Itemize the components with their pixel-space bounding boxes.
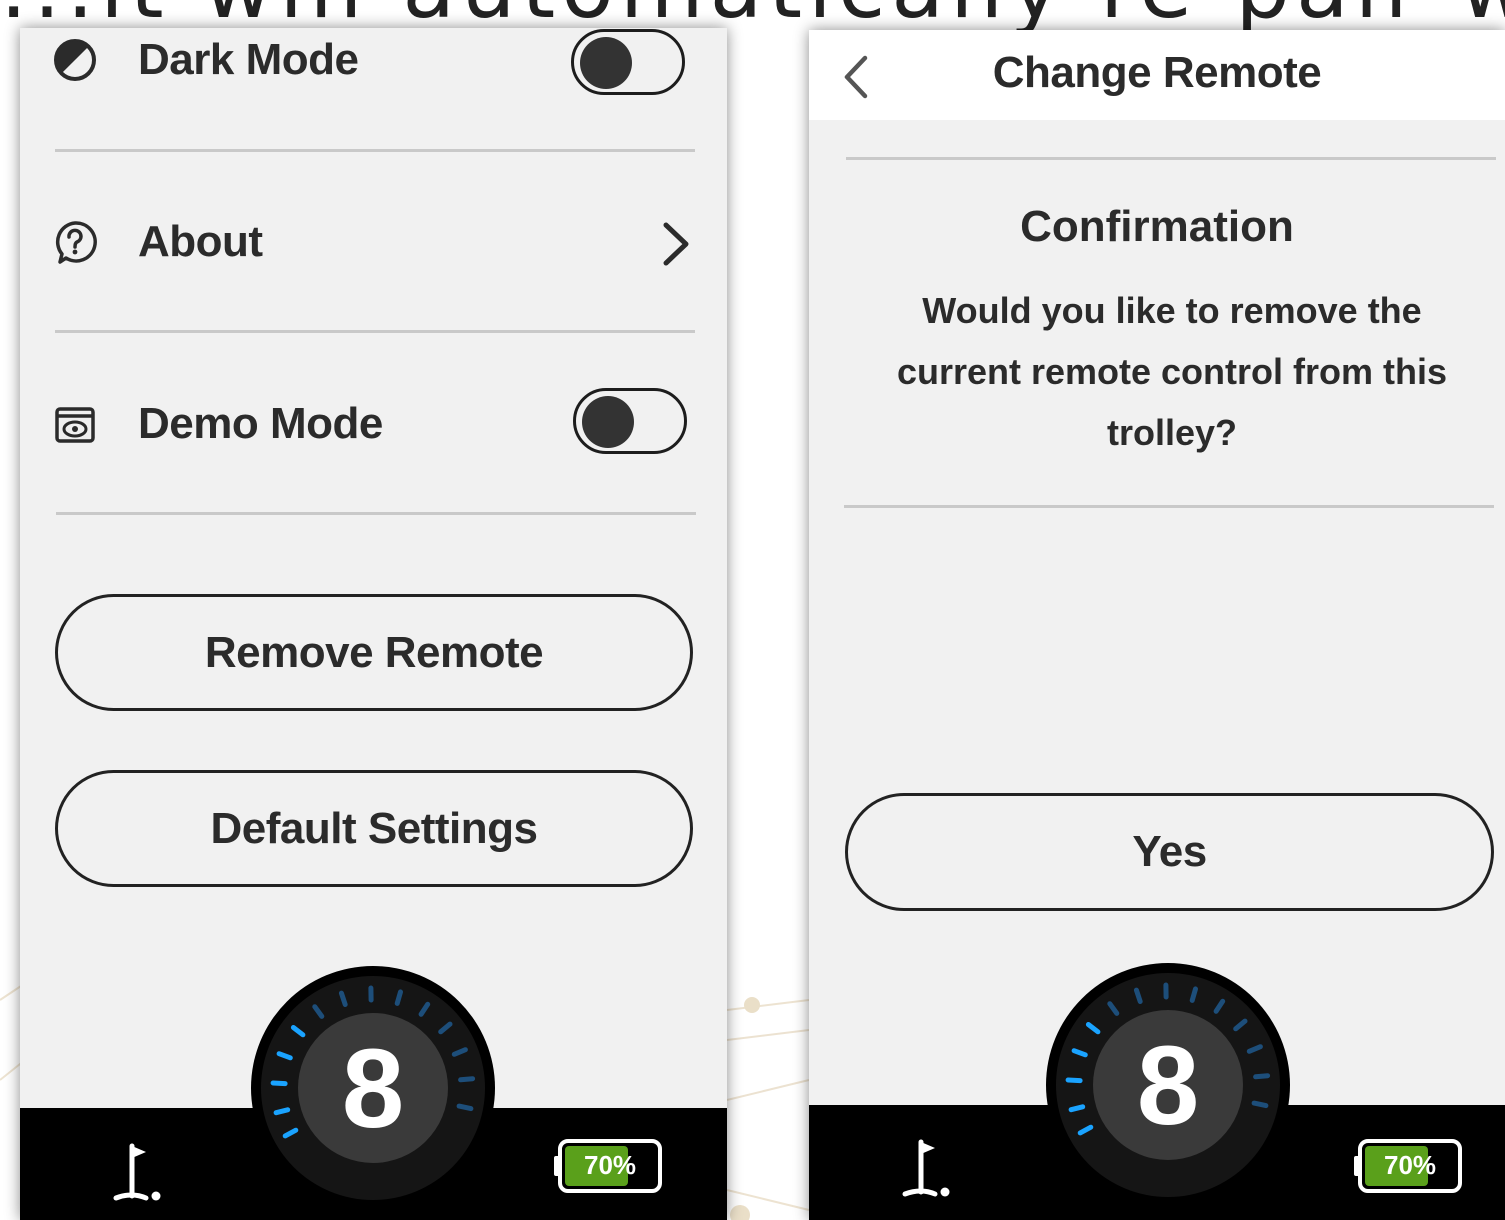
eye-box-icon [55,407,95,443]
dial-tick [1065,1077,1083,1084]
battery-percent: 70% [1384,1150,1437,1180]
remove-remote-button[interactable]: Remove Remote [55,594,693,711]
dial-tick [1068,1104,1086,1113]
confirmation-title: Confirmation [1020,202,1294,251]
divider [844,505,1494,508]
dial-tick [458,1076,476,1083]
dial-tick [1251,1100,1269,1109]
toggle-knob [580,37,632,89]
yes-button[interactable]: Yes [845,793,1494,911]
nav-header: Change Remote [809,30,1505,120]
half-circle-icon [54,39,96,81]
dial-tick [394,989,403,1006]
page-title: Change Remote [992,48,1322,97]
speed-dial[interactable] [248,963,498,1213]
golf-flag-icon[interactable] [897,1136,957,1206]
demo-mode-label: Demo Mode [138,399,383,448]
battery-percent: 70% [584,1150,637,1180]
about-row[interactable]: About [20,202,727,282]
battery-indicator: 70% [1354,1138,1464,1194]
chevron-right-icon[interactable] [658,221,692,267]
dial-tick [273,1107,291,1116]
golf-flag-icon[interactable] [108,1140,168,1210]
change-remote-screen: Change Remote Confirmation Would you lik… [809,30,1505,1220]
divider [846,157,1496,160]
demo-mode-toggle[interactable] [573,388,687,454]
dial-tick [270,1080,288,1087]
speed-dial[interactable] [1043,960,1293,1210]
dial-tick [1189,986,1198,1003]
divider [56,512,696,515]
divider [55,149,695,152]
battery-indicator: 70% [554,1138,664,1194]
divider [55,330,695,333]
dark-mode-label: Dark Mode [138,35,359,84]
default-settings-button[interactable]: Default Settings [55,770,693,887]
dark-mode-toggle[interactable] [571,29,685,95]
dial-tick [1253,1073,1271,1080]
confirmation-message: Would you like to remove the current rem… [896,290,1448,453]
help-circle-icon [55,221,97,264]
settings-screen: Dark Mode About Demo Mode Remove Remote … [20,28,727,1220]
about-label: About [138,217,263,266]
dial-tick [456,1103,474,1112]
toggle-knob [582,396,634,448]
